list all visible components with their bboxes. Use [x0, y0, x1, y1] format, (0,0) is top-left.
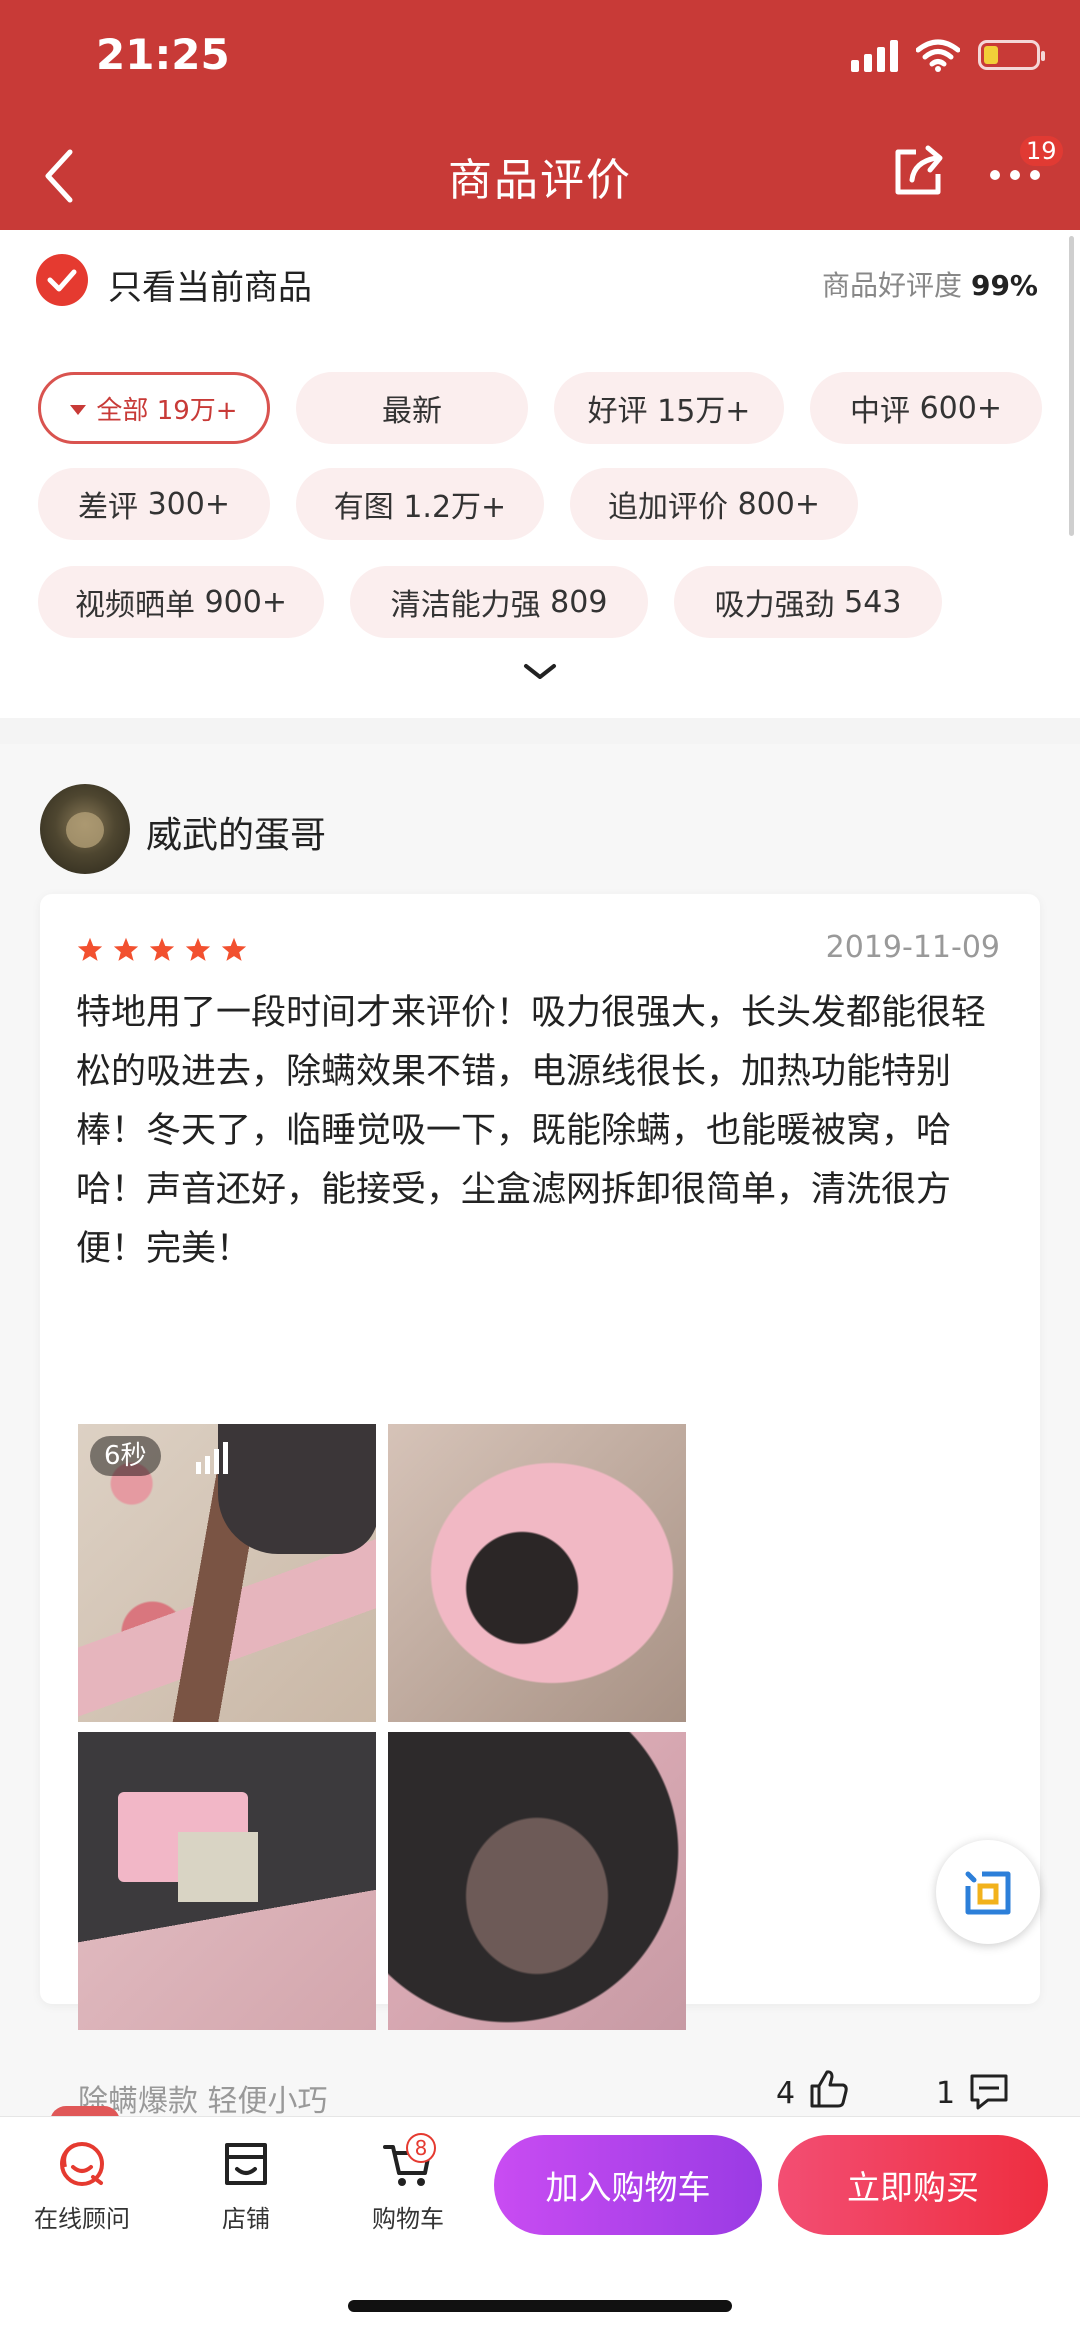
review-card: 2019-11-09 特地用了一段时间才来评价！吸力很强大，长头发都能很轻松的吸… — [40, 894, 1040, 2119]
tag-count: 19万+ — [156, 395, 238, 426]
review-photo[interactable] — [388, 1732, 686, 2030]
tag-with-photos[interactable]: 有图 1.2万+ — [296, 468, 544, 540]
review-video-thumbnail[interactable]: 6秒 — [78, 1424, 376, 1722]
tag-label: 清洁能力强 — [390, 588, 541, 623]
tag-count: 900+ — [204, 584, 287, 620]
home-indicator[interactable] — [348, 2300, 732, 2312]
tag-negative[interactable]: 差评 300+ — [38, 468, 270, 540]
review-photo[interactable] — [78, 1732, 376, 2030]
tag-count: 800+ — [737, 486, 820, 522]
tag-count: 300+ — [147, 486, 230, 522]
tag-video[interactable]: 视频晒单 900+ — [38, 566, 324, 638]
star-icon — [221, 937, 247, 961]
more-icon — [990, 170, 1040, 180]
battery-icon — [978, 40, 1045, 70]
caret-down-icon — [70, 405, 87, 415]
rating-prefix: 商品好评度 — [822, 269, 963, 302]
tag-count: 543 — [844, 584, 902, 620]
status-icons — [851, 38, 1045, 72]
star-icon — [113, 937, 139, 961]
chevron-down-icon[interactable] — [522, 662, 558, 682]
check-icon — [47, 269, 77, 292]
comment-count: 1 — [936, 2076, 956, 2111]
tag-label: 中评 — [850, 394, 911, 429]
tag-follow-up[interactable]: 追加评价 800+ — [570, 468, 858, 540]
video-duration: 6秒 — [90, 1436, 161, 1476]
tag-label: 全部 — [96, 395, 149, 426]
scrollbar[interactable] — [1069, 236, 1074, 536]
tag-neutral[interactable]: 中评 600+ — [810, 372, 1042, 444]
ask-question-button[interactable] — [936, 1840, 1040, 1944]
cart-label: 购物车 — [372, 2205, 444, 2233]
star-rating — [76, 936, 248, 964]
star-icon — [77, 937, 103, 961]
signal-icon — [851, 38, 898, 72]
buy-now-button[interactable]: 立即购买 — [778, 2135, 1048, 2235]
video-signal-icon — [196, 1438, 228, 1474]
reviewer-name: 威武的蛋哥 — [146, 815, 327, 856]
store-icon — [225, 2143, 267, 2185]
tag-count: 1.2万+ — [403, 490, 507, 525]
tag-label: 最新 — [382, 394, 442, 429]
review-date: 2019-11-09 — [825, 930, 1000, 965]
only-current-checkbox[interactable] — [36, 254, 88, 306]
tag-latest[interactable]: 最新 — [296, 372, 528, 444]
only-current-label[interactable]: 只看当前商品 — [108, 260, 312, 309]
tag-label: 视频晒单 — [75, 588, 196, 623]
online-consultant-button[interactable]: 在线顾问 — [30, 2137, 134, 2234]
store-button[interactable]: 店铺 — [196, 2137, 296, 2234]
wifi-icon — [916, 39, 960, 72]
cart-count-badge: 8 — [406, 2133, 436, 2163]
review-text: 特地用了一段时间才来评价！吸力很强大，长头发都能很轻松的吸进去，除螨效果不错，电… — [76, 993, 987, 1269]
comment-icon[interactable] — [966, 2068, 1012, 2114]
review-item: 威武的蛋哥 2019-11-09 特地用了一段时间才来评价！吸力很强大，长头发都… — [0, 744, 1080, 2119]
like-count: 4 — [776, 2076, 796, 2111]
online-consultant-label: 在线顾问 — [34, 2205, 130, 2233]
rating-value: 99% — [970, 269, 1038, 302]
headset-icon — [60, 2142, 104, 2186]
tag-label: 吸力强劲 — [714, 588, 835, 623]
tag-positive[interactable]: 好评 15万+ — [554, 372, 784, 444]
star-icon — [185, 937, 211, 961]
add-to-cart-button[interactable]: 加入购物车 — [494, 2135, 762, 2235]
review-photo[interactable] — [388, 1424, 686, 1722]
store-label: 店铺 — [222, 2205, 270, 2233]
share-icon[interactable] — [890, 142, 948, 200]
tag-label: 有图 — [333, 490, 394, 525]
avatar[interactable] — [40, 784, 130, 874]
tag-label: 好评 — [587, 394, 648, 429]
message-badge: 19 — [1018, 134, 1065, 168]
thumbs-up-icon[interactable] — [806, 2066, 852, 2112]
ask-icon — [965, 1871, 1011, 1915]
tag-label: 追加评价 — [608, 490, 729, 525]
tag-label: 差评 — [78, 490, 139, 525]
filter-panel: 只看当前商品 商品好评度 99% 全部 19万+ 最新 好评 15万+ 中评 6… — [0, 230, 1080, 718]
star-icon — [149, 937, 175, 961]
status-time: 21:25 — [96, 30, 230, 79]
tag-count: 15万+ — [657, 394, 751, 429]
tag-count: 600+ — [919, 390, 1002, 426]
tag-all[interactable]: 全部 19万+ — [38, 372, 270, 444]
positive-rating: 商品好评度 99% — [822, 264, 1038, 304]
tag-count: 809 — [550, 584, 608, 620]
tag-cleaning-power[interactable]: 清洁能力强 809 — [350, 566, 648, 638]
tag-strong-suction[interactable]: 吸力强劲 543 — [674, 566, 942, 638]
top-header: 21:25 商品评价 19 — [0, 0, 1080, 230]
